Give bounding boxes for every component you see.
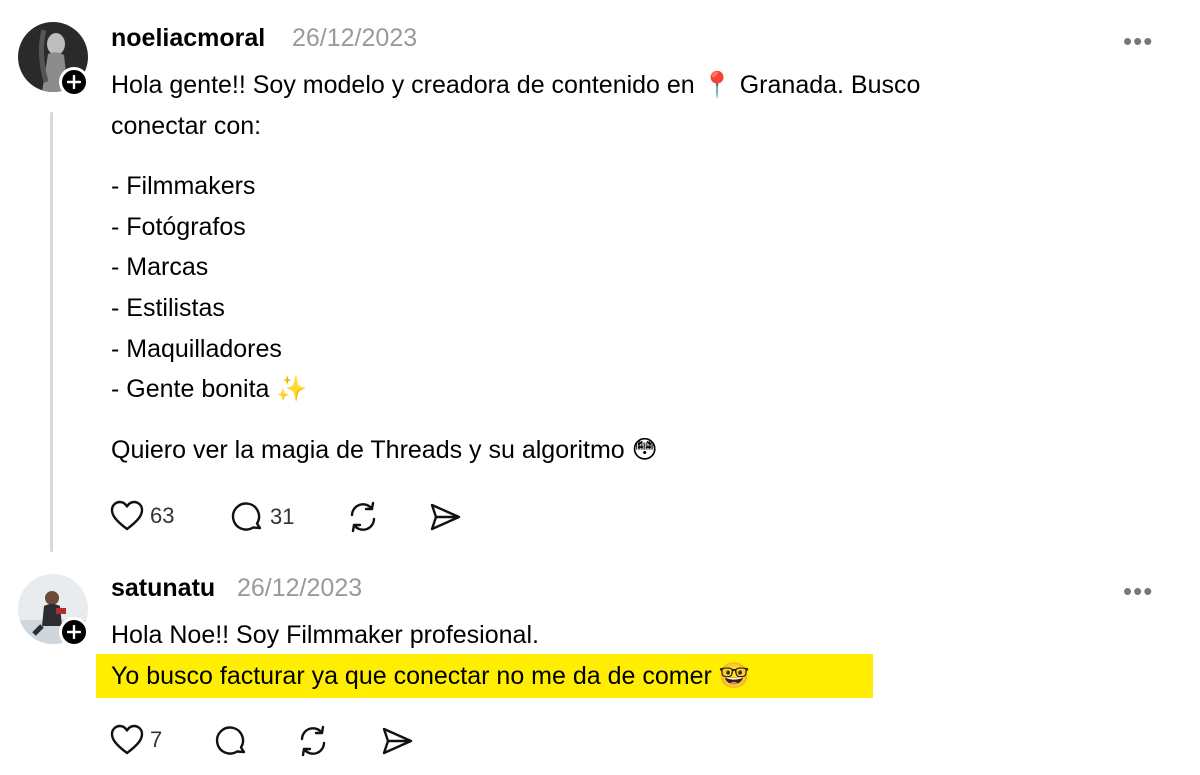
- like-button[interactable]: 7: [110, 724, 162, 756]
- username[interactable]: satunatu: [111, 574, 215, 603]
- follow-plus-icon[interactable]: [59, 67, 89, 97]
- heart-icon: [110, 724, 144, 755]
- post-text-line: Quiero ver la magia de Threads y su algo…: [111, 436, 658, 464]
- heart-icon: [110, 500, 144, 531]
- post-text-line: Hola gente!! Soy modelo y creadora de co…: [111, 71, 921, 99]
- post-text-line-highlighted: Yo busco facturar ya que conectar no me …: [111, 662, 750, 690]
- list-item: - Maquilladores: [111, 335, 282, 363]
- list-item: - Marcas: [111, 253, 209, 281]
- share-icon: [382, 727, 413, 755]
- post-date: 26/12/2023: [292, 24, 418, 52]
- share-button[interactable]: [380, 724, 414, 758]
- like-count: 7: [150, 727, 163, 752]
- like-count: 63: [150, 503, 175, 528]
- reply-count: 31: [270, 504, 295, 529]
- repost-icon: [300, 725, 326, 757]
- comment-icon: [215, 726, 246, 755]
- reply-button[interactable]: 31: [230, 500, 294, 534]
- post-date: 26/12/2023: [237, 574, 363, 602]
- reply-button[interactable]: [214, 724, 248, 758]
- thread-line: [50, 112, 53, 552]
- more-options-icon[interactable]: •••: [1123, 26, 1153, 57]
- repost-icon: [350, 501, 376, 533]
- list-item: - Filmmakers: [111, 172, 256, 200]
- comment-icon: [231, 502, 262, 531]
- list-item: - Gente bonita ✨: [111, 375, 308, 403]
- username[interactable]: noeliacmoral: [111, 24, 265, 53]
- repost-button[interactable]: [296, 724, 330, 758]
- post-noeliacmoral: noeliacmoral 26/12/2023 ••• Hola gente!!…: [0, 0, 1200, 560]
- share-button[interactable]: [428, 500, 462, 534]
- post-text-line: Hola Noe!! Soy Filmmaker profesional.: [111, 621, 539, 649]
- post-text-line: conectar con:: [111, 112, 262, 140]
- list-item: - Fotógrafos: [111, 213, 246, 241]
- like-button[interactable]: 63: [110, 500, 174, 532]
- repost-button[interactable]: [346, 500, 380, 534]
- follow-plus-icon[interactable]: [59, 617, 89, 647]
- more-options-icon[interactable]: •••: [1123, 576, 1153, 607]
- share-icon: [430, 503, 461, 531]
- list-item: - Estilistas: [111, 294, 225, 322]
- post-satunatu: satunatu 26/12/2023 ••• Hola Noe!! Soy F…: [0, 560, 1200, 775]
